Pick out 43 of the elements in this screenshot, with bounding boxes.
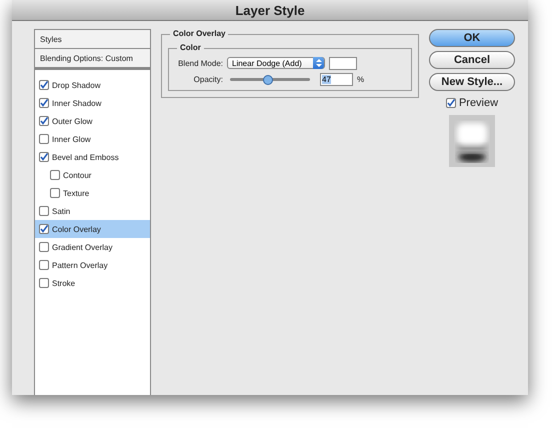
checkbox[interactable] [39, 206, 49, 216]
checkbox[interactable] [50, 170, 60, 180]
group-title: Color [177, 43, 204, 52]
style-item[interactable]: Satin [35, 202, 150, 220]
style-item[interactable]: Color Overlay [35, 220, 150, 238]
checkbox[interactable] [39, 242, 49, 252]
style-item[interactable]: Drop Shadow [35, 76, 150, 94]
list-header: Styles [35, 30, 150, 49]
checkbox[interactable] [39, 134, 49, 144]
preview-thumbnail [449, 115, 495, 167]
group-title: Color Overlay [170, 29, 228, 38]
field-label: Blend Mode: [177, 58, 223, 68]
style-item[interactable]: Inner Glow [35, 130, 150, 148]
stepper-icon [313, 57, 324, 69]
checkbox[interactable] [39, 224, 49, 234]
style-item[interactable]: Contour [35, 166, 150, 184]
dialog-button[interactable]: New Style... [429, 73, 515, 91]
style-item[interactable]: Stroke [35, 274, 150, 292]
checkbox-label: Preview [458, 97, 498, 109]
style-item[interactable]: Inner Shadow [35, 94, 150, 112]
style-item[interactable]: Gradient Overlay [35, 238, 150, 256]
blend-mode-dropdown[interactable]: Linear Dodge (Add) [227, 57, 325, 69]
style-item[interactable]: Texture [35, 184, 150, 202]
field-label: Opacity: [192, 74, 223, 84]
checkbox[interactable] [39, 260, 49, 270]
checkbox[interactable] [39, 80, 49, 90]
window-title: Layer Style [235, 2, 305, 18]
unit-label: % [357, 74, 364, 84]
opacity-field[interactable]: 47 [320, 72, 353, 86]
checkbox[interactable] [50, 188, 60, 198]
checkbox[interactable] [39, 278, 49, 288]
checkbox[interactable] [39, 98, 49, 108]
style-item[interactable]: Pattern Overlay [35, 256, 150, 274]
checkbox[interactable] [446, 98, 456, 108]
ok-button[interactable]: OK [429, 29, 515, 47]
checkbox[interactable] [39, 152, 49, 162]
style-item[interactable]: Blending Options: Custom [35, 49, 150, 70]
style-item[interactable]: Outer Glow [35, 112, 150, 130]
slider-thumb[interactable] [262, 74, 273, 84]
style-item[interactable]: Bevel and Emboss [35, 148, 150, 166]
color-swatch[interactable] [329, 56, 357, 70]
checkbox[interactable] [39, 116, 49, 126]
dialog-button[interactable]: Cancel [429, 51, 515, 69]
